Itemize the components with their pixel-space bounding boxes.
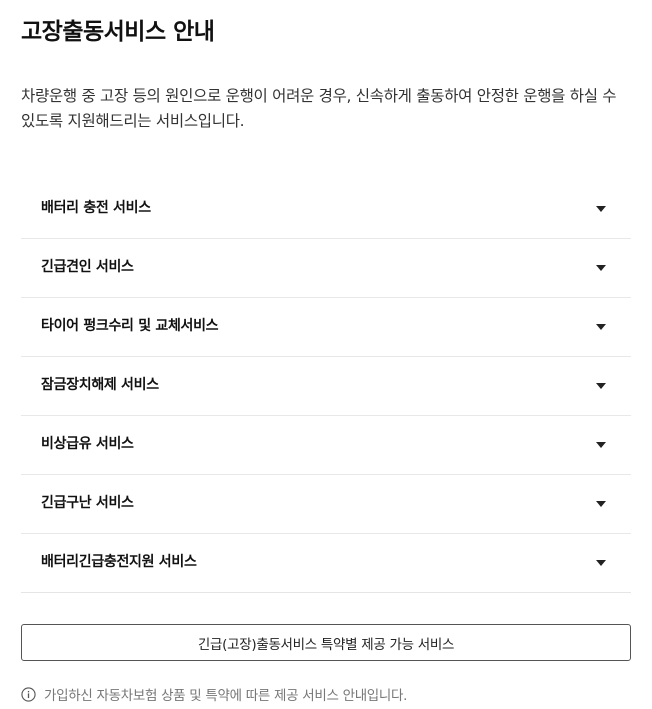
footer-notice: 가입하신 자동차보험 상품 및 특약에 따른 제공 서비스 안내입니다. bbox=[21, 684, 631, 704]
special-terms-services-button[interactable]: 긴급(고장)출동서비스 특약별 제공 가능 서비스 bbox=[21, 624, 631, 661]
accordion-item-label: 비상급유 서비스 bbox=[41, 436, 134, 452]
chevron-down-icon[interactable] bbox=[591, 435, 611, 455]
accordion-item-battery-charge[interactable]: 배터리 충전 서비스 bbox=[21, 179, 631, 238]
accordion-item-battery-emergency-support[interactable]: 배터리긴급충전지원 서비스 bbox=[21, 533, 631, 592]
accordion-item-emergency-fuel[interactable]: 비상급유 서비스 bbox=[21, 415, 631, 474]
accordion-item-label: 잠금장치해제 서비스 bbox=[41, 377, 159, 393]
service-accordion: 배터리 충전 서비스 긴급견인 서비스 타이어 펑크수리 및 교체서비스 잠금장… bbox=[21, 179, 631, 593]
footer-notice-text: 가입하신 자동차보험 상품 및 특약에 따른 제공 서비스 안내입니다. bbox=[44, 688, 408, 704]
page-title: 고장출동서비스 안내 bbox=[21, 19, 215, 45]
accordion-item-emergency-rescue[interactable]: 긴급구난 서비스 bbox=[21, 474, 631, 533]
accordion-item-label: 배터리 충전 서비스 bbox=[41, 199, 151, 216]
chevron-down-icon[interactable] bbox=[591, 494, 611, 514]
accordion-item-tire-repair[interactable]: 타이어 펑크수리 및 교체서비스 bbox=[21, 297, 631, 356]
accordion-item-label: 타이어 펑크수리 및 교체서비스 bbox=[41, 318, 219, 334]
accordion-item-lock-release[interactable]: 잠금장치해제 서비스 bbox=[21, 356, 631, 415]
info-icon bbox=[21, 686, 36, 702]
accordion-item-label: 배터리긴급충전지원 서비스 bbox=[41, 554, 197, 570]
service-guide-page: 고장출동서비스 안내 차량운행 중 고장 등의 원인으로 운행이 어려운 경우,… bbox=[21, 0, 631, 704]
accordion-item-label: 긴급견인 서비스 bbox=[41, 259, 134, 275]
chevron-down-icon[interactable] bbox=[591, 553, 611, 573]
accordion-item-label: 긴급구난 서비스 bbox=[41, 495, 134, 511]
chevron-down-icon[interactable] bbox=[591, 199, 611, 219]
chevron-down-icon[interactable] bbox=[591, 317, 611, 337]
chevron-down-icon[interactable] bbox=[591, 258, 611, 278]
chevron-down-icon[interactable] bbox=[591, 376, 611, 396]
intro-description: 차량운행 중 고장 등의 원인으로 운행이 어려운 경우, 신속하게 출동하여 … bbox=[21, 87, 617, 130]
accordion-item-emergency-towing[interactable]: 긴급견인 서비스 bbox=[21, 238, 631, 297]
